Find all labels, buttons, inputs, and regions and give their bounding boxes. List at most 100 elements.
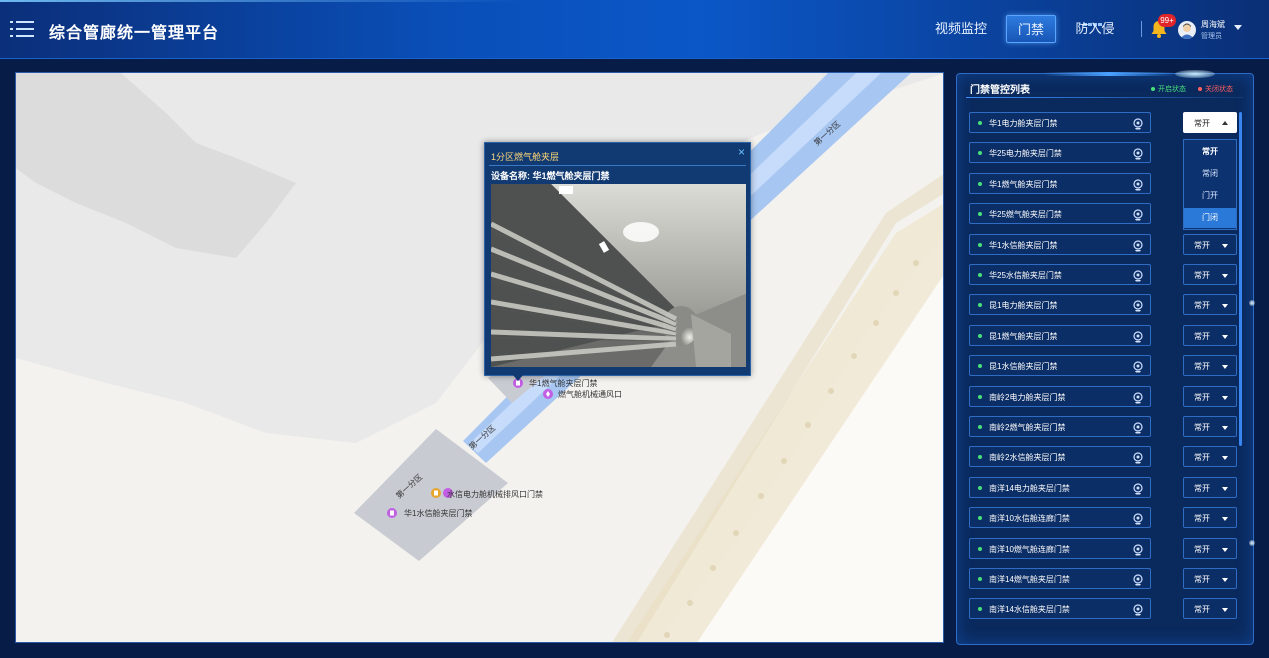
door-list-row[interactable]: 南洋10水信舱连廊门禁	[969, 507, 1151, 528]
popup-pointer	[513, 375, 523, 381]
mode-select[interactable]: 常开	[1183, 294, 1237, 315]
mode-select[interactable]: 常开	[1183, 264, 1237, 285]
door-name: 南洋10燃气舱连廊门禁	[989, 545, 1070, 554]
chevron-down-icon	[1222, 456, 1228, 460]
camera-icon[interactable]	[1132, 330, 1144, 343]
mode-select[interactable]: 常开	[1183, 234, 1237, 255]
status-dot-open	[978, 547, 982, 551]
header-divider	[1141, 21, 1142, 37]
dropdown-option[interactable]: 门开	[1184, 186, 1236, 206]
chevron-down-icon	[1222, 274, 1228, 278]
door-list-row[interactable]: 南洋14燃气舱夹层门禁	[969, 568, 1151, 589]
user-name: 周海斌	[1201, 20, 1225, 29]
door-list-row[interactable]: 华25水信舱夹层门禁	[969, 264, 1151, 285]
status-dot-open	[978, 486, 982, 490]
panel-top-decoration	[1043, 72, 1175, 76]
camera-icon[interactable]	[1132, 603, 1144, 616]
mode-select[interactable]: 常开	[1183, 598, 1237, 619]
list-scrollbar[interactable]	[1239, 112, 1242, 446]
chevron-down-icon	[1222, 244, 1228, 248]
mode-select-value: 常开	[1194, 453, 1210, 462]
door-list-row[interactable]: 南岭2电力舱夹层门禁	[969, 386, 1151, 407]
status-dot-open	[978, 395, 982, 399]
camera-icon[interactable]	[1132, 512, 1144, 525]
camera-icon[interactable]	[1132, 360, 1144, 373]
marker-label: 水信电力舱机械排风口门禁	[447, 489, 543, 499]
nav-video-monitoring[interactable]: 视频监控	[932, 15, 990, 43]
door-list-row[interactable]: 昆1水信舱夹层门禁	[969, 355, 1151, 376]
map-view[interactable]: 第一分区 第一分区 第一分区 华1燃气舱夹层门禁 燃气舱机械通风口 水信电力舱机…	[15, 72, 944, 643]
dropdown-option[interactable]: 常闭	[1184, 164, 1236, 184]
camera-icon[interactable]	[1132, 147, 1144, 160]
door-list-row[interactable]: 华25燃气舱夹层门禁	[969, 203, 1151, 224]
status-dot-closed	[1198, 87, 1202, 92]
mode-select-value: 常开	[1194, 271, 1210, 280]
camera-icon[interactable]	[1132, 239, 1144, 252]
door-list-row[interactable]: 华25电力舱夹层门禁	[969, 142, 1151, 163]
status-dot-open	[978, 334, 982, 338]
camera-icon[interactable]	[1132, 482, 1144, 495]
avatar[interactable]	[1178, 21, 1196, 39]
mode-select[interactable]: 常开	[1183, 325, 1237, 346]
mode-select[interactable]: 常开	[1183, 568, 1237, 589]
status-dot-open	[978, 151, 982, 155]
nav-access-control[interactable]: 门禁	[1006, 15, 1056, 43]
camera-icon[interactable]	[1132, 391, 1144, 404]
camera-icon[interactable]	[1132, 269, 1144, 282]
user-role: 管理员	[1201, 33, 1222, 40]
camera-icon[interactable]	[1132, 543, 1144, 556]
door-name: 华1水信舱夹层门禁	[989, 241, 1058, 250]
chevron-down-icon	[1222, 335, 1228, 339]
status-dot-open	[978, 455, 982, 459]
mode-select-value: 常开	[1194, 545, 1210, 554]
legend-open-label: 开启状态	[1158, 86, 1186, 93]
door-marker-icon[interactable]	[387, 508, 397, 518]
status-dot-open	[978, 577, 982, 581]
nav-intrusion-prevention[interactable]: 防入侵	[1070, 15, 1120, 43]
mode-select[interactable]: 常开	[1183, 386, 1237, 407]
chevron-down-icon	[1222, 304, 1228, 308]
camera-icon[interactable]	[1132, 208, 1144, 221]
dropdown-option[interactable]: 门闭	[1184, 208, 1236, 228]
door-list-row[interactable]: 南岭2水信舱夹层门禁	[969, 446, 1151, 467]
door-list-row[interactable]: 华1水信舱夹层门禁	[969, 234, 1151, 255]
camera-icon[interactable]	[1132, 299, 1144, 312]
panel-glow	[1175, 70, 1215, 78]
camera-icon[interactable]	[1132, 573, 1144, 586]
door-list-row[interactable]: 华1电力舱夹层门禁	[969, 112, 1151, 133]
header-glow-line	[0, 0, 520, 2]
mode-select[interactable]: 常开	[1183, 538, 1237, 559]
camera-icon[interactable]	[1132, 117, 1144, 130]
door-name: 华25水信舱夹层门禁	[989, 271, 1062, 280]
mode-select[interactable]: 常开	[1183, 355, 1237, 376]
door-list-row[interactable]: 华1燃气舱夹层门禁	[969, 173, 1151, 194]
user-menu-caret-icon[interactable]	[1234, 25, 1242, 30]
mode-select[interactable]: 常开	[1183, 416, 1237, 437]
status-dot-open	[978, 516, 982, 520]
menu-icon[interactable]	[10, 19, 34, 39]
close-icon[interactable]: ×	[738, 146, 745, 158]
door-list-row[interactable]: 南洋14水信舱夹层门禁	[969, 598, 1151, 619]
door-list-row[interactable]: 昆1电力舱夹层门禁	[969, 294, 1151, 315]
mode-select[interactable]: 常开	[1183, 477, 1237, 498]
marker-label: 燃气舱机械通风口	[558, 389, 622, 399]
fan-marker-icon[interactable]	[543, 389, 553, 399]
camera-feed[interactable]	[491, 184, 746, 367]
door-list-row[interactable]: 南洋14电力舱夹层门禁	[969, 477, 1151, 498]
mode-select[interactable]: 常开	[1183, 507, 1237, 528]
door-list-row[interactable]: 南岭2燃气舱夹层门禁	[969, 416, 1151, 437]
camera-icon[interactable]	[1132, 421, 1144, 434]
dropdown-option[interactable]: 常开	[1184, 142, 1236, 162]
chevron-down-icon	[1222, 578, 1228, 582]
mode-select-value: 常开	[1194, 575, 1210, 584]
mode-select[interactable]: 常开	[1183, 112, 1237, 133]
camera-icon[interactable]	[1132, 178, 1144, 191]
mode-select[interactable]: 常开	[1183, 446, 1237, 467]
door-list-row[interactable]: 南洋10燃气舱连廊门禁	[969, 538, 1151, 559]
door-list-row[interactable]: 昆1燃气舱夹层门禁	[969, 325, 1151, 346]
chevron-down-icon	[1222, 517, 1228, 521]
tunnel-camera-image	[491, 184, 746, 367]
mode-select-value: 常开	[1194, 393, 1210, 402]
camera-icon[interactable]	[1132, 451, 1144, 464]
panel-title-underline	[966, 97, 1243, 98]
